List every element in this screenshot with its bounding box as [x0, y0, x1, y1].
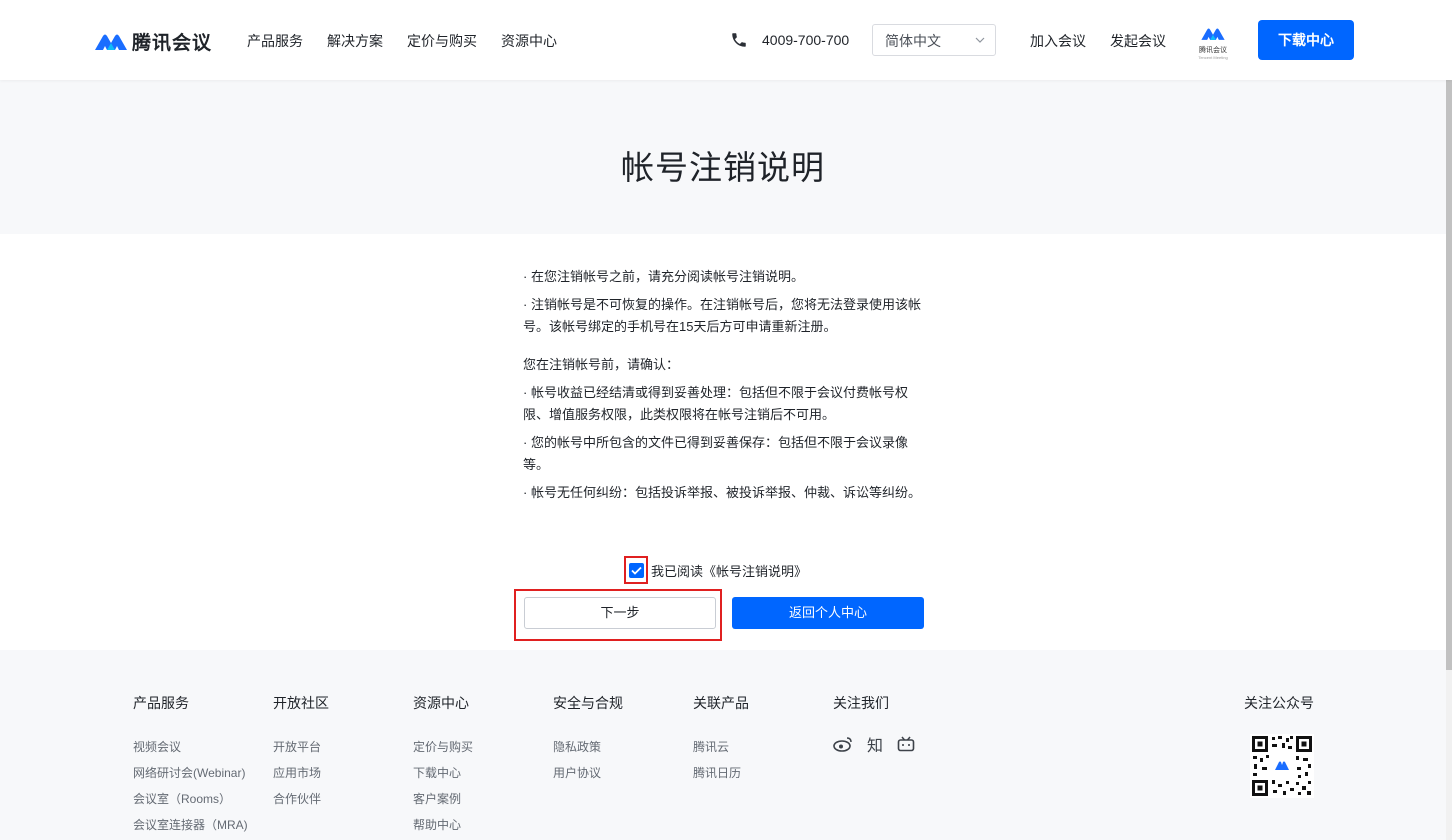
nav-product-services[interactable]: 产品服务 — [247, 31, 303, 51]
mini-logo-subcaption: Tencent Meeting — [1198, 55, 1228, 60]
nav-resources[interactable]: 资源中心 — [501, 31, 557, 51]
footer-link[interactable]: 会议室（Rooms） — [133, 786, 248, 812]
page-title: 帐号注销说明 — [621, 149, 825, 186]
page-scrollbar[interactable] — [1446, 0, 1452, 840]
footer-link[interactable]: 视频会议 — [133, 734, 248, 760]
mini-logo-caption: 腾讯会议 — [1199, 47, 1227, 54]
tencent-meeting-mini-logo-icon — [1201, 28, 1225, 40]
footer-column-community: 开放社区 开放平台 应用市场 合作伙伴 — [273, 693, 329, 812]
footer-link[interactable]: 网络研讨会(Webinar) — [133, 760, 248, 786]
nav-pricing[interactable]: 定价与购买 — [407, 31, 477, 51]
tencent-meeting-logo-icon — [95, 34, 127, 50]
footer-link[interactable]: 会议室连接器（MRA) — [133, 812, 248, 838]
wechat-official-title: 关注公众号 — [1244, 695, 1314, 711]
footer-link[interactable]: 帮助中心 — [413, 812, 473, 838]
footer-link[interactable]: 定价与购买 — [413, 734, 473, 760]
chevron-down-icon — [975, 37, 985, 43]
confirm-item: · 帐号无任何纠纷：包括投诉举报、被投诉举报、仲裁、诉讼等纠纷。 — [523, 485, 921, 500]
confirm-intro: 您在注销帐号前，请确认： — [523, 357, 680, 372]
confirm-item: · 您的帐号中所包含的文件已得到妥善保存：包括但不限于会议录像等。 — [523, 435, 908, 472]
nav-solutions[interactable]: 解决方案 — [327, 31, 383, 51]
wechat-qr-code — [1250, 734, 1314, 798]
notice-paragraph: · 在您注销帐号之前，请充分阅读帐号注销说明。 — [523, 269, 804, 284]
hotline: 4009-700-700 — [730, 31, 849, 49]
footer-link[interactable]: 隐私政策 — [553, 734, 623, 760]
logo-text: 腾讯会议 — [132, 33, 213, 54]
footer-column-title: 关联产品 — [693, 695, 749, 711]
footer-link[interactable]: 客户案例 — [413, 786, 473, 812]
footer-link[interactable]: 腾讯云 — [693, 734, 749, 760]
bilibili-icon[interactable] — [897, 736, 915, 752]
agreement-checkbox[interactable] — [628, 562, 644, 578]
phone-icon — [732, 33, 746, 47]
footer-column-title: 产品服务 — [133, 695, 189, 711]
check-icon — [630, 566, 642, 575]
hotline-number: 4009-700-700 — [762, 32, 850, 48]
notice-paragraph: · 注销帐号是不可恢复的操作。在注销帐号后，您将无法登录使用该帐号。该帐号绑定的… — [523, 297, 921, 334]
tencent-meeting-app-badge[interactable]: 腾讯会议 Tencent Meeting — [1196, 26, 1230, 60]
next-step-button[interactable]: 下一步 — [524, 597, 716, 629]
footer-column-title: 关注我们 — [833, 695, 889, 711]
social-links: 知 — [833, 732, 915, 756]
footer-link[interactable]: 下载中心 — [413, 760, 473, 786]
scrollbar-thumb[interactable] — [1446, 0, 1452, 670]
footer-link[interactable]: 合作伙伴 — [273, 786, 329, 812]
language-select[interactable]: 简体中文 — [872, 24, 996, 56]
weibo-icon[interactable] — [833, 736, 853, 752]
start-meeting-link[interactable]: 发起会议 — [1110, 31, 1166, 51]
footer-column-title: 开放社区 — [273, 695, 329, 711]
confirm-item: · 帐号收益已经结清或得到妥善处理：包括但不限于会议付费帐号权限、增值服务权限，… — [523, 385, 908, 422]
footer-link[interactable]: 腾讯日历 — [693, 760, 749, 786]
join-meeting-link[interactable]: 加入会议 — [1030, 31, 1086, 51]
back-to-profile-button[interactable]: 返回个人中心 — [732, 597, 924, 629]
footer-column-follow: 关注我们 知 — [833, 693, 915, 756]
agreement-label[interactable]: 我已阅读《帐号注销说明》 — [651, 561, 807, 580]
site-footer: 产品服务 视频会议 网络研讨会(Webinar) 会议室（Rooms） 会议室连… — [0, 650, 1452, 840]
download-center-button[interactable]: 下载中心 — [1258, 20, 1354, 60]
footer-link[interactable]: 开放平台 — [273, 734, 329, 760]
footer-column-title: 资源中心 — [413, 695, 469, 711]
footer-column-related: 关联产品 腾讯云 腾讯日历 — [693, 693, 749, 786]
zhihu-icon[interactable]: 知 — [867, 732, 883, 756]
footer-link[interactable]: 用户协议 — [553, 760, 623, 786]
footer-column-products: 产品服务 视频会议 网络研讨会(Webinar) 会议室（Rooms） 会议室连… — [133, 693, 248, 838]
footer-column-title: 安全与合规 — [553, 695, 623, 711]
main-nav: 产品服务 解决方案 定价与购买 资源中心 — [247, 31, 557, 51]
top-header: 腾讯会议 产品服务 解决方案 定价与购买 资源中心 4009-700-700 简… — [0, 0, 1452, 80]
language-value: 简体中文 — [885, 33, 941, 49]
agreement-row: 我已阅读《帐号注销说明》 — [624, 556, 807, 584]
tencent-meeting-logo[interactable]: 腾讯会议 — [94, 28, 212, 55]
footer-column-resources: 资源中心 定价与购买 下载中心 客户案例 帮助中心 — [413, 693, 473, 838]
cancellation-notice: · 在您注销帐号之前，请充分阅读帐号注销说明。 · 注销帐号是不可恢复的操作。在… — [523, 266, 925, 510]
agreement-checkbox-highlight — [624, 556, 648, 584]
footer-column-security: 安全与合规 隐私政策 用户协议 — [553, 693, 623, 786]
footer-link[interactable]: 应用市场 — [273, 760, 329, 786]
page-banner: 帐号注销说明 — [0, 80, 1452, 234]
